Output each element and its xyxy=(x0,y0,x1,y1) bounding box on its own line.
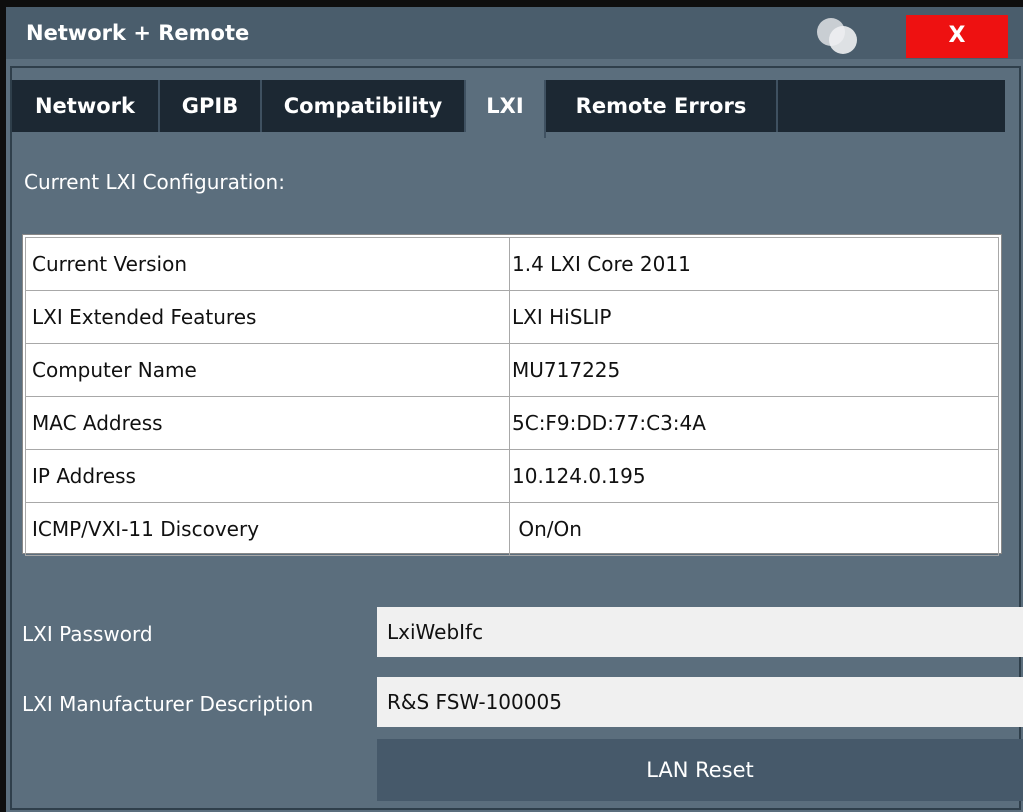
lxi-config-table: Current Version 1.4 LXI Core 2011 LXI Ex… xyxy=(22,234,1002,556)
table-row: ICMP/VXI-11 Discovery On/On xyxy=(25,502,999,556)
lxi-password-field[interactable]: LxiWebIfc xyxy=(377,607,1023,657)
row-value: MU717225 xyxy=(509,343,999,397)
tab-network[interactable]: Network xyxy=(12,80,160,132)
lxi-manufacturer-label: LXI Manufacturer Description xyxy=(22,692,314,716)
tab-label: Compatibility xyxy=(283,94,443,118)
close-button[interactable]: X xyxy=(906,15,1008,58)
table-row: Computer Name MU717225 xyxy=(25,343,999,397)
tab-gpib[interactable]: GPIB xyxy=(160,80,262,132)
row-value: 5C:F9:DD:77:C3:4A xyxy=(509,396,999,450)
dialog-title: Network + Remote xyxy=(26,21,250,45)
row-name: IP Address xyxy=(25,449,510,503)
table-row: MAC Address 5C:F9:DD:77:C3:4A xyxy=(25,396,999,450)
lan-reset-button[interactable]: LAN Reset xyxy=(377,739,1023,801)
overlapping-circles-icon xyxy=(817,18,857,54)
row-name: MAC Address xyxy=(25,396,510,450)
tab-label: LXI xyxy=(486,94,524,118)
row-name: LXI Extended Features xyxy=(25,290,510,344)
row-name: Current Version xyxy=(25,237,510,291)
tab-bar-filler xyxy=(778,80,1005,132)
row-name: ICMP/VXI-11 Discovery xyxy=(25,502,510,556)
tab-label: GPIB xyxy=(181,94,239,118)
tab-lxi[interactable]: LXI xyxy=(466,80,546,138)
tab-label: Remote Errors xyxy=(575,94,747,118)
table-row: IP Address 10.124.0.195 xyxy=(25,449,999,503)
row-value: 1.4 LXI Core 2011 xyxy=(509,237,999,291)
lxi-password-label: LXI Password xyxy=(22,622,153,646)
tab-compatibility[interactable]: Compatibility xyxy=(262,80,466,132)
network-remote-dialog: Network + Remote X Network GPIB Compatib… xyxy=(0,0,1023,812)
lxi-manufacturer-field[interactable]: R&S FSW-100005 xyxy=(377,677,1023,727)
row-name: Computer Name xyxy=(25,343,510,397)
row-value: LXI HiSLIP xyxy=(509,290,999,344)
tab-remote-errors[interactable]: Remote Errors xyxy=(546,80,778,132)
tab-label: Network xyxy=(34,94,135,118)
row-value: On/On xyxy=(509,502,999,556)
row-value: 10.124.0.195 xyxy=(509,449,999,503)
section-title: Current LXI Configuration: xyxy=(24,170,285,194)
table-row: LXI Extended Features LXI HiSLIP xyxy=(25,290,999,344)
table-row: Current Version 1.4 LXI Core 2011 xyxy=(25,237,999,291)
title-bar[interactable]: Network + Remote X xyxy=(6,7,1023,59)
